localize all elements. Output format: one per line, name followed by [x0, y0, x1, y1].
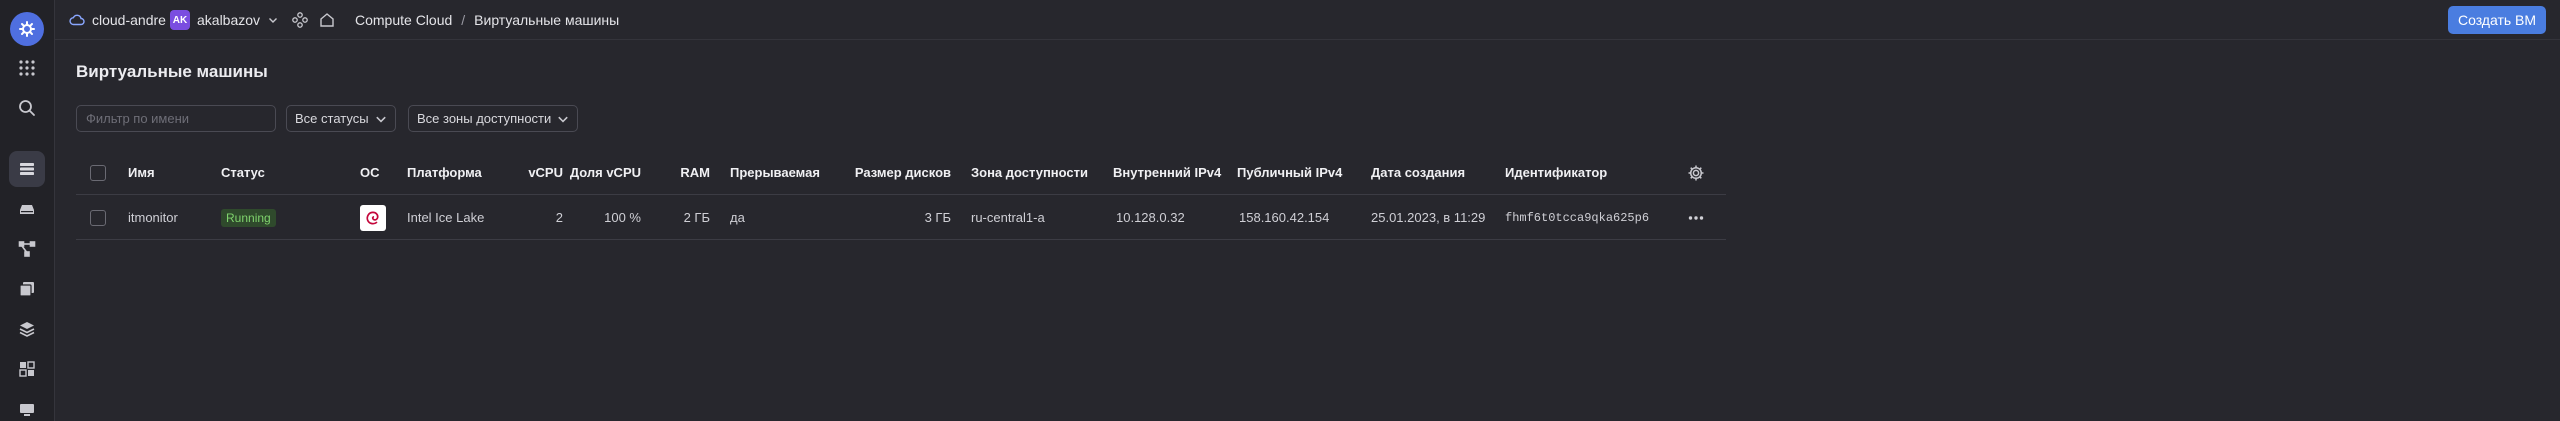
id-cell: fhmf6t0tcca9qka625p6 — [1505, 210, 1650, 225]
platform-cell: Intel Ice Lake — [407, 210, 485, 225]
disks-nav-icon[interactable] — [9, 191, 45, 227]
status-filter-label: Все статусы — [295, 111, 369, 126]
network-nav-icon[interactable] — [9, 231, 45, 267]
top-bar: cloud-andre AK akalbazov Compute Cloud /… — [55, 0, 2560, 40]
column-internal-ipv4[interactable]: Внутренний IPv4 — [1113, 150, 1221, 195]
table-row[interactable]: itmonitor Running Intel Ice Lake 2 100 %… — [76, 195, 1726, 240]
table-header: Имя Статус ОС Платформа vCPU Доля vCPU R… — [76, 150, 1726, 195]
status-label: Running — [221, 208, 276, 227]
breadcrumb: Compute Cloud / Виртуальные машины — [355, 0, 619, 40]
page-title: Виртуальные машины — [76, 62, 268, 81]
left-rail — [0, 0, 55, 421]
virtual-machines-nav-icon[interactable] — [9, 151, 45, 187]
services-icon[interactable] — [291, 0, 309, 40]
breadcrumb-separator: / — [461, 12, 466, 28]
chevron-down-icon — [269, 18, 278, 23]
snapshots-nav-icon[interactable] — [9, 391, 45, 421]
column-vcpu-share[interactable]: Доля vCPU — [566, 150, 641, 195]
create-vm-button[interactable]: Создать ВМ — [2448, 6, 2546, 34]
user-name: akalbazov — [197, 12, 261, 28]
public-ipv4-cell: 158.160.42.154 — [1239, 210, 1330, 225]
column-id[interactable]: Идентификатор — [1505, 150, 1607, 195]
preemptible-cell: да — [730, 210, 745, 225]
chevron-down-icon — [375, 116, 386, 123]
cloud-logo-button[interactable] — [9, 11, 45, 47]
column-platform[interactable]: Платформа — [407, 150, 482, 195]
home-icon[interactable] — [318, 0, 336, 40]
status-filter-select[interactable]: Все статусы — [286, 105, 396, 132]
disk-size-cell: 3 ГБ — [924, 210, 951, 225]
created-cell: 25.01.2023, в 11:29 — [1371, 210, 1486, 225]
row-checkbox[interactable] — [90, 195, 106, 240]
debian-icon — [360, 195, 386, 240]
chevron-down-icon — [558, 116, 569, 123]
column-preemptible[interactable]: Прерываемая — [730, 150, 820, 195]
services-grid-icon[interactable] — [9, 50, 45, 86]
column-name[interactable]: Имя — [128, 150, 155, 195]
placement-groups-nav-icon[interactable] — [9, 351, 45, 387]
breadcrumb-compute-cloud[interactable]: Compute Cloud — [355, 12, 452, 28]
column-vcpu[interactable]: vCPU — [506, 150, 563, 195]
vcpu-cell: 2 — [555, 210, 563, 225]
vm-table: Имя Статус ОС Платформа vCPU Доля vCPU R… — [76, 150, 1726, 240]
column-os[interactable]: ОС — [360, 150, 380, 195]
ram-cell: 2 ГБ — [683, 210, 710, 225]
images-nav-icon[interactable] — [9, 271, 45, 307]
user-switcher[interactable]: AK akalbazov — [170, 0, 278, 40]
vcpu-share-cell: 100 % — [604, 210, 641, 225]
breadcrumb-current: Виртуальные машины — [474, 12, 620, 28]
avatar: AK — [170, 10, 190, 30]
logo-icon — [10, 12, 44, 46]
more-actions-icon[interactable] — [1686, 195, 1706, 240]
status-badge: Running — [221, 195, 276, 240]
gear-icon[interactable] — [1686, 150, 1706, 195]
internal-ipv4-cell: 10.128.0.32 — [1116, 210, 1185, 225]
column-created[interactable]: Дата создания — [1371, 150, 1465, 195]
search-icon[interactable] — [9, 90, 45, 126]
select-all-checkbox[interactable] — [90, 150, 106, 195]
layers-nav-icon[interactable] — [9, 311, 45, 347]
name-filter-input[interactable] — [76, 105, 276, 132]
column-status[interactable]: Статус — [221, 150, 265, 195]
zone-filter-select[interactable]: Все зоны доступности — [408, 105, 579, 132]
column-zone[interactable]: Зона доступности — [971, 150, 1088, 195]
zone-cell: ru-central1-a — [971, 210, 1045, 225]
cloud-icon — [69, 0, 85, 40]
column-public-ipv4[interactable]: Публичный IPv4 — [1237, 150, 1342, 195]
zone-filter-label: Все зоны доступности — [417, 111, 552, 126]
column-ram[interactable]: RAM — [656, 150, 710, 195]
cloud-name[interactable]: cloud-andre — [92, 0, 166, 40]
vm-name-link[interactable]: itmonitor — [128, 195, 178, 240]
column-disk-size[interactable]: Размер дисков — [846, 150, 951, 195]
